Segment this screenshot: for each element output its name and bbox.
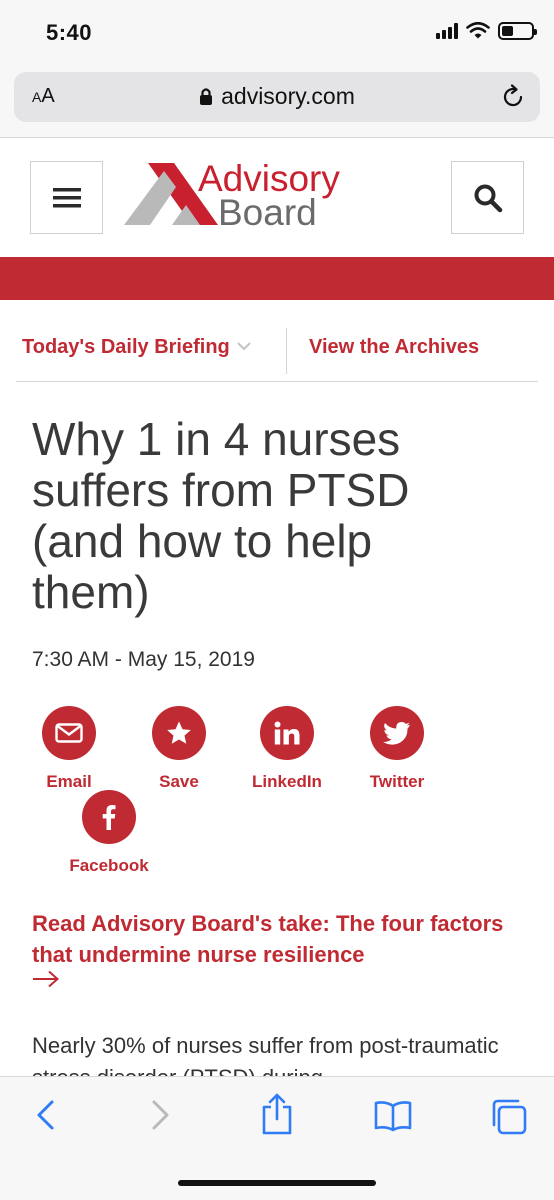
advisory-take-link[interactable]: Read Advisory Board's take: The four fac… xyxy=(32,908,522,970)
daily-briefing-label: Today's Daily Briefing xyxy=(22,336,230,358)
lock-icon xyxy=(200,88,213,105)
browser-toolbar: AA advisory.com xyxy=(0,62,554,138)
menu-button[interactable] xyxy=(30,161,103,234)
twitter-circle xyxy=(370,706,424,760)
facebook-circle xyxy=(82,790,136,844)
logo-text-board: Board xyxy=(218,192,317,233)
facebook-icon xyxy=(102,805,116,830)
wifi-icon xyxy=(466,22,490,39)
facebook-label: Facebook xyxy=(69,856,149,875)
reload-icon[interactable] xyxy=(500,84,526,110)
linkedin-icon xyxy=(274,721,300,745)
chevron-down-icon xyxy=(237,342,251,351)
article-body: Nearly 30% of nurses suffer from post-tr… xyxy=(32,1033,499,1076)
facebook-share-button[interactable]: Facebook xyxy=(54,790,164,876)
save-circle xyxy=(152,706,206,760)
linkedin-label: LinkedIn xyxy=(252,772,322,791)
linkedin-share-button[interactable]: LinkedIn xyxy=(232,706,342,792)
url-domain: advisory.com xyxy=(221,83,355,109)
email-share-circle xyxy=(42,706,96,760)
share-icon[interactable] xyxy=(260,1092,294,1136)
site-header: Advisory Board xyxy=(0,139,554,257)
battery-icon xyxy=(498,22,537,40)
arrow-right-icon[interactable] xyxy=(32,970,60,988)
twitter-share-button[interactable]: Twitter xyxy=(342,706,452,792)
home-indicator[interactable] xyxy=(178,1180,376,1186)
twitter-label: Twitter xyxy=(369,772,425,791)
twitter-icon xyxy=(383,721,410,745)
red-banner xyxy=(0,257,554,300)
daily-briefing-dropdown[interactable]: Today's Daily Briefing xyxy=(22,336,252,359)
address-bar[interactable]: AA advisory.com xyxy=(14,72,540,122)
email-icon xyxy=(55,723,83,743)
cellular-signal-icon xyxy=(436,23,458,39)
article-title: Why 1 in 4 nurses suffers from PTSD (and… xyxy=(32,413,410,618)
nav-divider xyxy=(286,328,287,374)
tabs-icon[interactable] xyxy=(490,1098,528,1136)
bookmarks-icon[interactable] xyxy=(374,1100,412,1132)
url-display[interactable]: advisory.com xyxy=(14,83,540,110)
forward-icon[interactable] xyxy=(150,1098,172,1132)
advisory-board-logo[interactable]: Advisory Board xyxy=(124,159,364,233)
status-time: 5:40 xyxy=(46,20,93,45)
menu-icon xyxy=(52,187,81,207)
article-date: 7:30 AM - May 15, 2019 xyxy=(32,648,255,671)
view-archives-link[interactable]: View the Archives xyxy=(309,336,479,359)
save-button[interactable]: Save xyxy=(124,706,234,792)
back-icon[interactable] xyxy=(34,1098,56,1132)
search-icon xyxy=(474,184,502,212)
status-icons xyxy=(436,22,537,40)
email-label: Email xyxy=(46,772,92,791)
linkedin-circle xyxy=(260,706,314,760)
briefing-nav: Today's Daily Briefing View the Archives xyxy=(16,328,538,382)
star-icon xyxy=(167,721,191,744)
email-share-button[interactable]: Email xyxy=(14,706,124,792)
status-bar: 5:40 xyxy=(0,0,554,62)
search-button[interactable] xyxy=(451,161,524,234)
save-label: Save xyxy=(159,772,199,791)
